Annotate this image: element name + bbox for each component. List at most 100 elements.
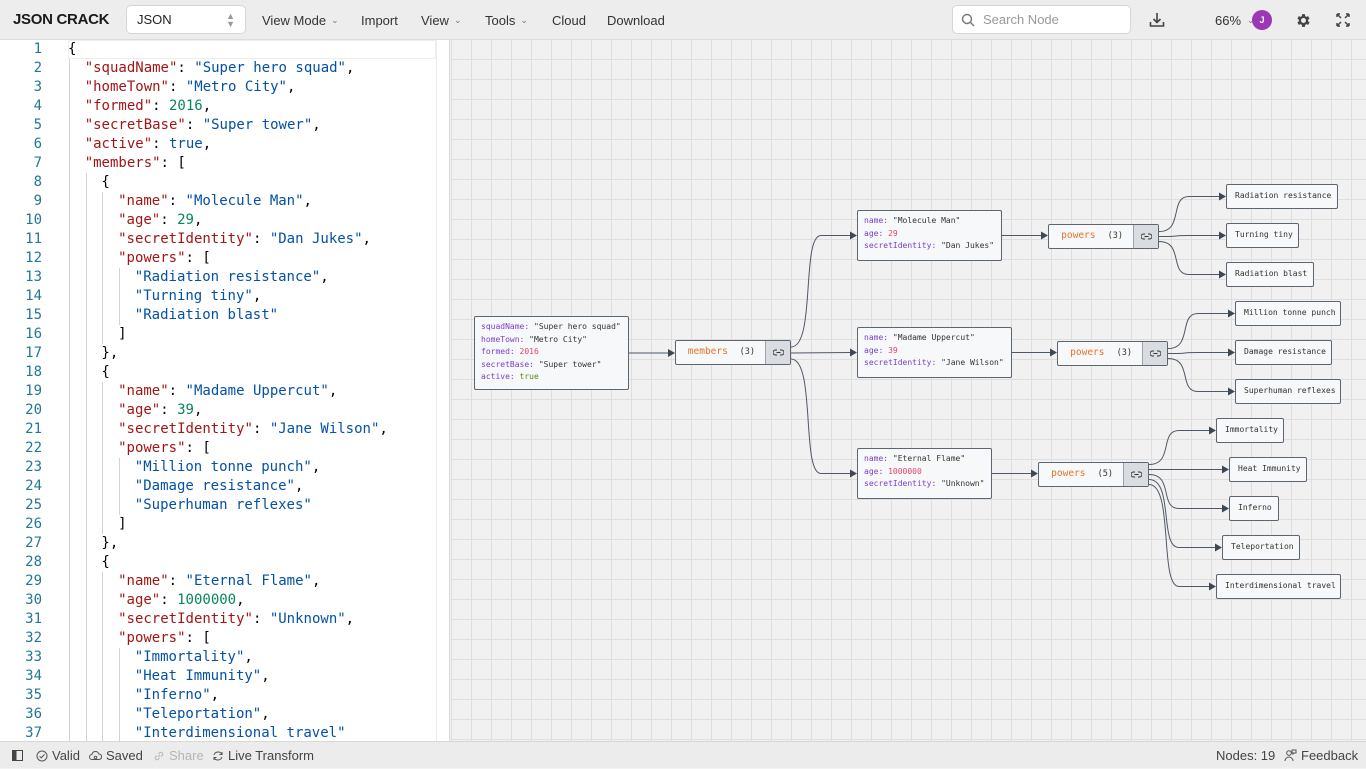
power-node[interactable]: Teleportation (1222, 535, 1300, 560)
member-node[interactable]: name: "Eternal Flame" age: 1000000 secretI… (857, 448, 992, 499)
code-line[interactable]: 13 "Radiation resistance", (0, 268, 436, 287)
code-line[interactable]: 10 "age": 29, (0, 211, 436, 230)
line-content: "powers": [ (118, 439, 211, 458)
code-line[interactable]: 32 "powers": [ (0, 629, 436, 648)
expand-node-button[interactable] (1123, 463, 1148, 486)
code-line[interactable]: 14 "Turning tiny", (0, 287, 436, 306)
code-line[interactable]: 17}, (0, 344, 436, 363)
power-node[interactable]: Inferno (1229, 496, 1279, 521)
power-node[interactable]: Superhuman reflexes (1235, 379, 1341, 404)
powers-node[interactable]: powers (3) (1048, 224, 1159, 249)
code-line[interactable]: 20 "age": 39, (0, 401, 436, 420)
power-node[interactable]: Immortality (1216, 418, 1284, 443)
code-line[interactable]: 33 "Immortality", (0, 648, 436, 667)
settings-button[interactable] (1293, 10, 1313, 30)
code-line[interactable]: 31 "secretIdentity": "Unknown", (0, 610, 436, 629)
json-punctuation: , (261, 668, 270, 684)
expand-node-button[interactable] (1133, 225, 1158, 248)
code-line[interactable]: 3 "homeTown": "Metro City", (0, 78, 436, 97)
user-avatar[interactable]: J (1252, 10, 1272, 30)
code-line[interactable]: 8{ (0, 173, 436, 192)
expand-node-button[interactable] (1142, 342, 1167, 365)
view-mode-menu[interactable]: View Mode ⌄ (262, 0, 339, 40)
node-key: age (864, 466, 879, 476)
code-line[interactable]: 1{ (0, 40, 436, 59)
power-node[interactable]: Heat Immunity (1229, 457, 1307, 482)
import-menu[interactable]: Import (361, 0, 398, 40)
json-string: "Dan Jukes" (269, 231, 363, 247)
code-line[interactable]: 18 { (0, 363, 436, 382)
code-line[interactable]: 23 "Million tonne punch", (0, 458, 436, 477)
code-line[interactable]: 24 "Damage resistance", (0, 477, 436, 496)
view-menu[interactable]: View ⌄ (421, 0, 462, 40)
code-line[interactable]: 2 "squadName": "Super hero squad", (0, 59, 436, 78)
json-punctuation: , (311, 459, 321, 475)
line-content: "secretIdentity": "Dan Jukes", (118, 230, 371, 249)
code-line[interactable]: 21 "secretIdentity": "Jane Wilson", (0, 420, 436, 439)
code-line[interactable]: 27}, (0, 534, 436, 553)
download-image-button[interactable] (1147, 10, 1167, 30)
app-logo[interactable]: JSON CRACK (13, 11, 113, 28)
line-content: "Damage resistance", (135, 477, 304, 496)
code-line[interactable]: 34 "Heat Immunity", (0, 667, 436, 686)
cloud-menu[interactable]: Cloud (552, 0, 586, 40)
power-node[interactable]: Million tonne punch (1235, 301, 1341, 326)
line-number: 3 (33, 79, 42, 95)
edge (1158, 235, 1220, 237)
json-punctuation: , (294, 478, 304, 494)
node-colon: : (883, 454, 893, 463)
edge (1148, 484, 1210, 587)
code-line[interactable]: 25 "Superhuman reflexes" (0, 496, 436, 515)
node-row: secretIdentity: "Dan Jukes" (864, 240, 995, 253)
search-node-input[interactable]: Search Node (952, 5, 1131, 34)
powers-node[interactable]: powers (5) (1038, 462, 1149, 487)
power-node[interactable]: Interdimensional travel (1216, 574, 1341, 599)
members-node[interactable]: members (3) (675, 340, 791, 365)
feedback-button[interactable]: Feedback (1284, 742, 1358, 769)
code-line[interactable]: 37 "Interdimensional travel" (0, 724, 436, 741)
code-line[interactable]: 28 { (0, 553, 436, 572)
code-line[interactable]: 5 "secretBase": "Super tower", (0, 116, 436, 135)
code-line[interactable]: 6 "active": true, (0, 135, 436, 154)
code-line[interactable]: 26] (0, 515, 436, 534)
powers-node[interactable]: powers (3) (1057, 341, 1168, 366)
download-menu[interactable]: Download (607, 0, 665, 40)
code-line[interactable]: 30 "age": 1000000, (0, 591, 436, 610)
line-content: "members": [ (85, 154, 186, 173)
zoom-level-dropdown[interactable]: 66% ⌄ (1215, 0, 1255, 40)
code-line[interactable]: 35 "Inferno", (0, 686, 436, 705)
line-content: { (101, 553, 109, 572)
code-line[interactable]: 15 "Radiation blast" (0, 306, 436, 325)
power-node[interactable]: Damage resistance (1235, 340, 1332, 365)
code-line[interactable]: 11 "secretIdentity": "Dan Jukes", (0, 230, 436, 249)
expand-node-button[interactable] (765, 341, 790, 364)
live-transform-button[interactable]: Live Transform (212, 742, 314, 769)
graph-canvas[interactable]: squadName: "Super hero squad" homeTown: "… (451, 40, 1366, 741)
code-line[interactable]: 9 "name": "Molecule Man", (0, 192, 436, 211)
member-node[interactable]: name: "Madame Uppercut" age: 39 secretIden… (857, 327, 1012, 378)
code-line[interactable]: 4 "formed": 2016, (0, 97, 436, 116)
toggle-editor-button[interactable] (12, 742, 23, 769)
link-icon (1149, 350, 1161, 357)
power-node[interactable]: Radiation resistance (1226, 184, 1338, 209)
code-line[interactable]: 16] (0, 325, 436, 344)
root-node[interactable]: squadName: "Super hero squad" homeTown: "… (474, 316, 629, 390)
editor-scrollbar[interactable] (436, 40, 449, 741)
power-node[interactable]: Turning tiny (1226, 223, 1299, 248)
json-editor[interactable]: 1{2 "squadName": "Super hero squad", 3 "hom… (0, 40, 450, 741)
node-colon: : (931, 241, 942, 250)
code-line[interactable]: 7 "members": [ (0, 154, 436, 173)
code-line[interactable]: 29 "name": "Eternal Flame", (0, 572, 436, 591)
tools-menu[interactable]: Tools ⌄ (485, 0, 528, 40)
share-button[interactable]: Share (153, 742, 204, 769)
fullscreen-button[interactable] (1333, 10, 1353, 30)
code-line[interactable]: 19 "name": "Madame Uppercut", (0, 382, 436, 401)
power-node[interactable]: Radiation blast (1226, 262, 1314, 287)
json-punctuation: : (185, 117, 203, 133)
code-line[interactable]: 36 "Teleportation", (0, 705, 436, 724)
member-node[interactable]: name: "Molecule Man" age: 29 secretIdentit… (857, 210, 1002, 261)
json-string: "Madame Uppercut" (185, 383, 329, 399)
code-line[interactable]: 22 "powers": [ (0, 439, 436, 458)
code-line[interactable]: 12 "powers": [ (0, 249, 436, 268)
format-select[interactable]: JSON ▲ ▼ (126, 5, 246, 34)
